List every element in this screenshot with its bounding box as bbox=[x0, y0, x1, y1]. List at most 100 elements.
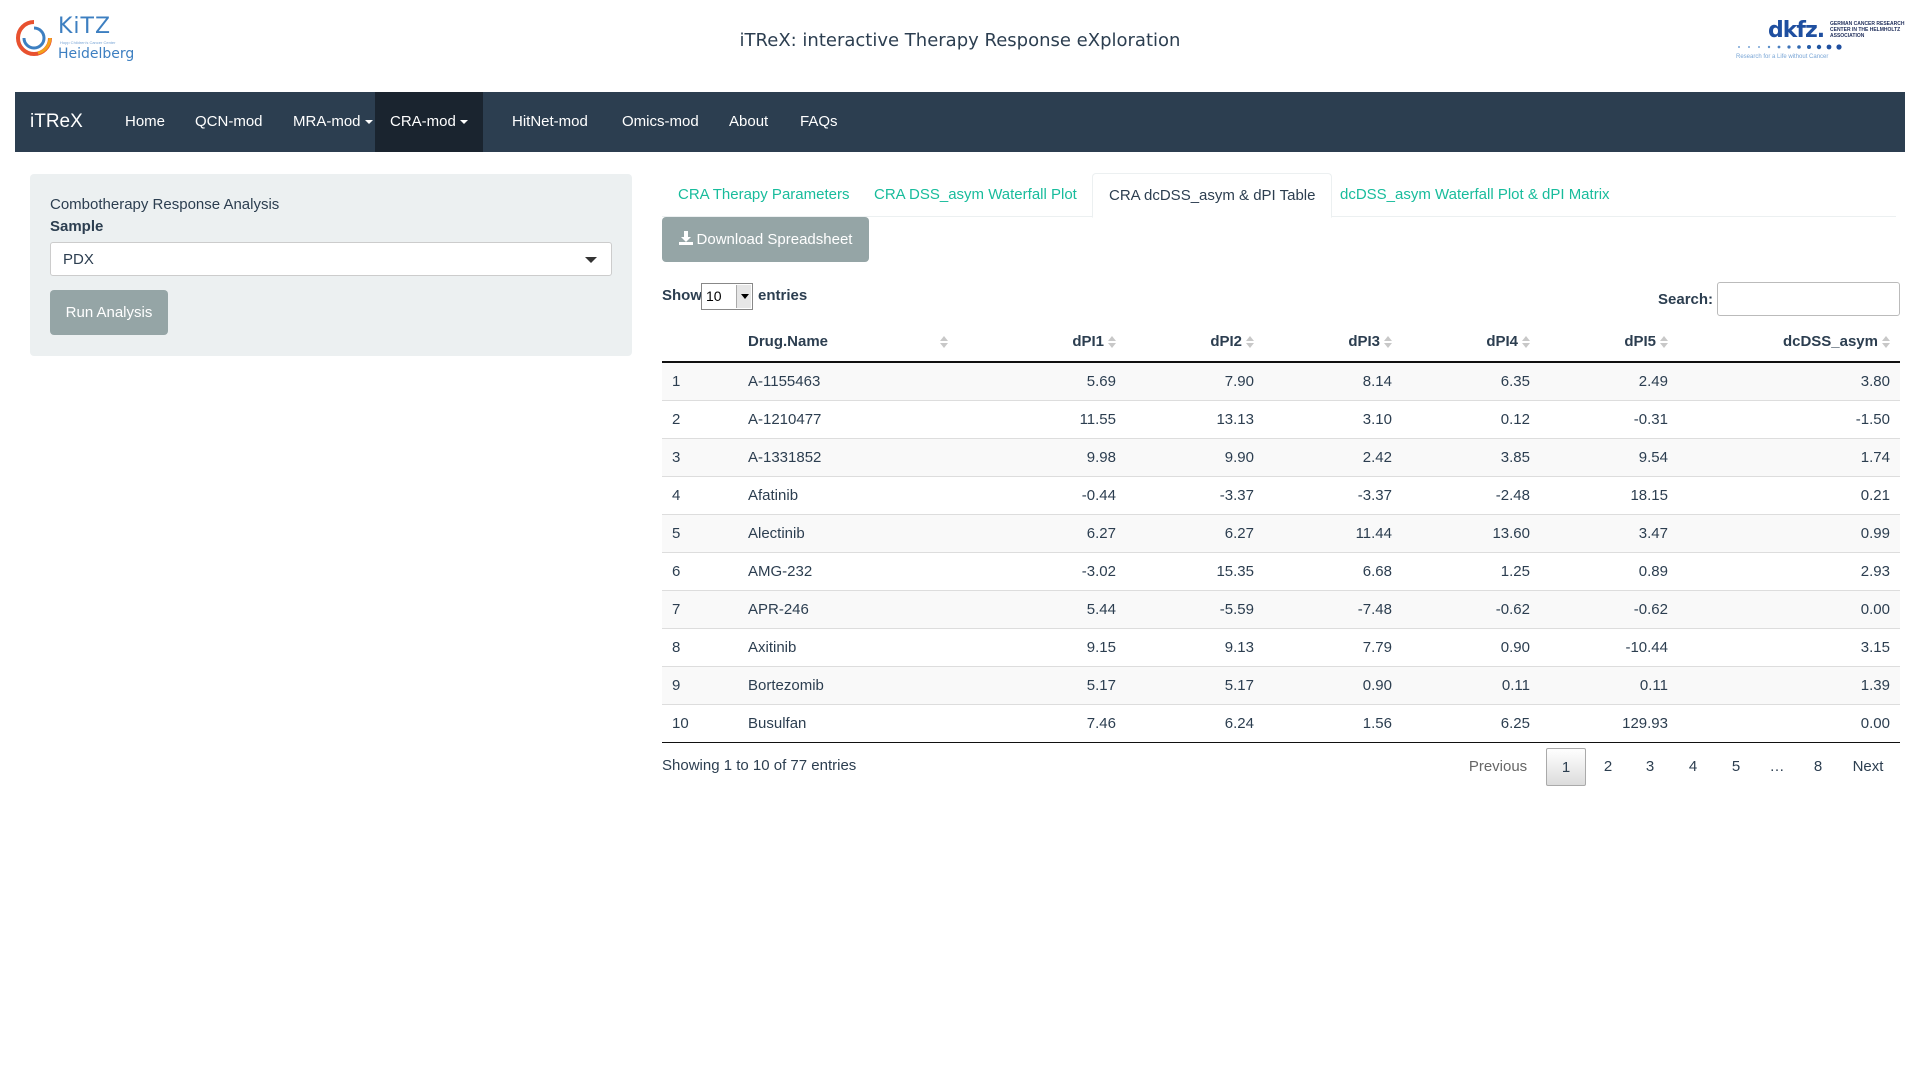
column-header-dpi1[interactable]: dPI1 bbox=[958, 322, 1126, 363]
dkfz-logo-tagline: Research for a Life without Cancer bbox=[1736, 54, 1829, 60]
dpi4-cell: 0.12 bbox=[1402, 399, 1540, 438]
table-row[interactable]: 5 Alectinib 6.27 6.27 11.44 13.60 3.47 0.99 bbox=[662, 513, 1900, 552]
column-header-dpi3[interactable]: dPI3 bbox=[1264, 322, 1402, 363]
main-navbar: iTReX Home QCN-mod MRA-mod CRA-mod HitNe… bbox=[15, 92, 1905, 152]
nav-faqs[interactable]: FAQs bbox=[785, 92, 853, 152]
table-row[interactable]: 9 Bortezomib 5.17 5.17 0.90 0.11 0.11 1.39 bbox=[662, 665, 1900, 704]
download-icon bbox=[678, 231, 693, 245]
show-label: Show bbox=[662, 287, 702, 304]
sample-select[interactable]: PDX bbox=[50, 242, 612, 276]
column-header-dpi4[interactable]: dPI4 bbox=[1402, 322, 1540, 363]
dpi2-cell: -3.37 bbox=[1126, 475, 1264, 514]
dcdss-asym-cell: 3.80 bbox=[1678, 362, 1900, 400]
dpi5-cell: 0.89 bbox=[1540, 551, 1678, 590]
table-row[interactable]: 8 Axitinib 9.15 9.13 7.79 0.90 -10.44 3.15 bbox=[662, 627, 1900, 666]
column-header-index bbox=[662, 322, 738, 363]
caret-down-icon bbox=[459, 120, 468, 125]
tab-cra-dss-asym-waterfall[interactable]: CRA DSS_asym Waterfall Plot bbox=[858, 173, 1093, 217]
table-row[interactable]: 1 A-1155463 5.69 7.90 8.14 6.35 2.49 3.80 bbox=[662, 362, 1900, 400]
pagination: Previous 1 2 3 4 5 … 8 Next bbox=[1460, 748, 1900, 786]
nav-cra-mod-label: CRA-mod bbox=[390, 113, 456, 130]
table-header-row: Drug.Name dPI1 dPI2 dPI3 dPI4 dPI5 dcDSS… bbox=[662, 322, 1900, 363]
dpi3-cell: 2.42 bbox=[1264, 437, 1402, 476]
table-row[interactable]: 3 A-1331852 9.98 9.90 2.42 3.85 9.54 1.74 bbox=[662, 437, 1900, 476]
page-button-8[interactable]: 8 bbox=[1798, 748, 1838, 786]
dpi1-cell: 9.15 bbox=[958, 627, 1126, 666]
dpi2-cell: 6.24 bbox=[1126, 703, 1264, 743]
dpi2-cell: 9.13 bbox=[1126, 627, 1264, 666]
dkfz-logo-side: GERMAN CANCER RESEARCH CENTER IN THE HEL… bbox=[1830, 21, 1905, 39]
nav-cra-mod[interactable]: CRA-mod bbox=[375, 92, 483, 152]
sort-icon bbox=[1246, 336, 1254, 349]
download-spreadsheet-label: Download Spreadsheet bbox=[696, 231, 853, 248]
sidebar-panel: Combotherapy Response Analysis Sample PD… bbox=[30, 174, 632, 356]
dpi1-cell: 6.27 bbox=[958, 513, 1126, 552]
previous-page-button[interactable]: Previous bbox=[1460, 748, 1536, 786]
dpi1-cell: 5.44 bbox=[958, 589, 1126, 628]
dcdss-asym-cell: 3.15 bbox=[1678, 627, 1900, 666]
table-row[interactable]: 4 Afatinib -0.44 -3.37 -3.37 -2.48 18.15 0.21 bbox=[662, 475, 1900, 514]
nav-home[interactable]: Home bbox=[110, 92, 180, 152]
sort-icon bbox=[940, 336, 948, 348]
dcdss-asym-cell: 1.74 bbox=[1678, 437, 1900, 476]
page-button-1[interactable]: 1 bbox=[1546, 748, 1586, 786]
navbar-brand[interactable]: iTReX bbox=[30, 92, 83, 152]
dpi5-cell: -0.62 bbox=[1540, 589, 1678, 628]
sample-label: Sample bbox=[50, 218, 104, 235]
nav-omics-mod[interactable]: Omics-mod bbox=[607, 92, 714, 152]
sort-icon bbox=[1108, 336, 1116, 349]
nav-hitnet-mod-label: HitNet-mod bbox=[512, 113, 588, 130]
entries-label: entries bbox=[758, 287, 808, 304]
table-row[interactable]: 2 A-1210477 11.55 13.13 3.10 0.12 -0.31 -1.50 bbox=[662, 399, 1900, 438]
dpi5-cell: -10.44 bbox=[1540, 627, 1678, 666]
row-index: 1 bbox=[662, 362, 738, 400]
results-table: Drug.Name dPI1 dPI2 dPI3 dPI4 dPI5 dcDSS… bbox=[662, 322, 1900, 743]
dpi2-cell: 15.35 bbox=[1126, 551, 1264, 590]
download-spreadsheet-button[interactable]: Download Spreadsheet bbox=[662, 217, 869, 262]
nav-hitnet-mod[interactable]: HitNet-mod bbox=[497, 92, 603, 152]
dpi3-cell: 0.90 bbox=[1264, 665, 1402, 704]
dpi2-cell: 5.17 bbox=[1126, 665, 1264, 704]
column-header-drug-name[interactable]: Drug.Name bbox=[738, 322, 958, 363]
search-input[interactable] bbox=[1717, 282, 1900, 316]
page-button-2[interactable]: 2 bbox=[1588, 748, 1628, 786]
row-index: 7 bbox=[662, 589, 738, 628]
nav-about[interactable]: About bbox=[714, 92, 783, 152]
dpi5-cell: 9.54 bbox=[1540, 437, 1678, 476]
dpi3-cell: 11.44 bbox=[1264, 513, 1402, 552]
dpi4-cell: 1.25 bbox=[1402, 551, 1540, 590]
nav-mra-mod[interactable]: MRA-mod bbox=[278, 92, 388, 152]
nav-mra-mod-label: MRA-mod bbox=[293, 113, 361, 130]
tab-cra-dcdss-dpi-table[interactable]: CRA dcDSS_asym & dPI Table bbox=[1092, 173, 1333, 218]
page-button-3[interactable]: 3 bbox=[1630, 748, 1670, 786]
nav-qcn-mod[interactable]: QCN-mod bbox=[180, 92, 278, 152]
chevron-down-icon bbox=[585, 257, 597, 263]
chevron-down-icon bbox=[736, 285, 751, 308]
entries-per-page-select[interactable]: 10 bbox=[701, 283, 753, 310]
tab-dcdss-waterfall-dpi-matrix[interactable]: dcDSS_asym Waterfall Plot & dPI Matrix bbox=[1324, 173, 1626, 217]
column-header-dpi2[interactable]: dPI2 bbox=[1126, 322, 1264, 363]
next-page-button[interactable]: Next bbox=[1842, 748, 1894, 786]
page-button-4[interactable]: 4 bbox=[1673, 748, 1713, 786]
result-tabs: CRA Therapy Parameters CRA DSS_asym Wate… bbox=[662, 173, 1896, 218]
dpi3-cell: 8.14 bbox=[1264, 362, 1402, 400]
drug-name-cell: Bortezomib bbox=[738, 665, 958, 704]
dpi1-cell: 5.69 bbox=[958, 362, 1126, 400]
column-header-dpi5[interactable]: dPI5 bbox=[1540, 322, 1678, 363]
dpi1-cell: 11.55 bbox=[958, 399, 1126, 438]
search-label: Search: bbox=[1658, 291, 1714, 308]
table-row[interactable]: 6 AMG-232 -3.02 15.35 6.68 1.25 0.89 2.93 bbox=[662, 551, 1900, 590]
dpi3-cell: -7.48 bbox=[1264, 589, 1402, 628]
run-analysis-button[interactable]: Run Analysis bbox=[50, 290, 168, 335]
table-row[interactable]: 10 Busulfan 7.46 6.24 1.56 6.25 129.93 0.00 bbox=[662, 703, 1900, 743]
dpi5-cell: -0.31 bbox=[1540, 399, 1678, 438]
page-button-5[interactable]: 5 bbox=[1716, 748, 1756, 786]
drug-name-cell: Alectinib bbox=[738, 513, 958, 552]
dpi4-cell: -2.48 bbox=[1402, 475, 1540, 514]
dpi4-cell: 6.25 bbox=[1402, 703, 1540, 743]
table-row[interactable]: 7 APR-246 5.44 -5.59 -7.48 -0.62 -0.62 0.00 bbox=[662, 589, 1900, 628]
dpi1-cell: 9.98 bbox=[958, 437, 1126, 476]
dcdss-asym-cell: 1.39 bbox=[1678, 665, 1900, 704]
tab-cra-therapy-parameters[interactable]: CRA Therapy Parameters bbox=[662, 173, 865, 217]
column-header-dcdss-asym[interactable]: dcDSS_asym bbox=[1678, 322, 1900, 363]
